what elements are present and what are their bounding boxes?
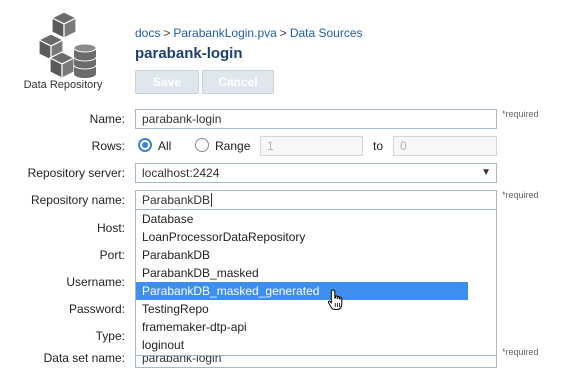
password-label: Password:	[68, 302, 125, 316]
range-to-input[interactable]: 0	[393, 136, 497, 156]
port-label: Port:	[99, 248, 125, 262]
host-label: Host:	[96, 221, 125, 235]
repository-name-value: ParabankDB	[142, 193, 211, 207]
breadcrumb: docs > ParabankLogin.pva > Data Sources	[135, 26, 363, 40]
username-label: Username:	[66, 275, 125, 289]
breadcrumb-parabanklogin[interactable]: ParabankLogin.pva	[173, 26, 276, 40]
rows-all-radio[interactable]	[138, 138, 152, 152]
rows-all-label: All	[158, 139, 172, 153]
breadcrumb-data-sources[interactable]: Data Sources	[290, 26, 363, 40]
dataset-label: Data set name:	[43, 351, 125, 365]
range-from-input[interactable]: 1	[260, 136, 363, 156]
dropdown-option[interactable]: ParabankDB	[136, 246, 468, 264]
name-input[interactable]: parabank-login	[135, 109, 497, 129]
hand-cursor-icon	[327, 289, 345, 314]
dropdown-option[interactable]: framemaker-dtp-api	[136, 318, 468, 336]
dropdown-option[interactable]: loginout	[136, 336, 468, 354]
dropdown-option[interactable]: TestingRepo	[136, 300, 468, 318]
rows-range-label: Range	[215, 139, 251, 153]
name-required-note: *required	[502, 109, 539, 119]
dropdown-option[interactable]: LoanProcessorDataRepository	[136, 228, 468, 246]
cylinder	[73, 43, 97, 78]
logo-label: Data Repository	[23, 79, 103, 91]
repository-name-combobox[interactable]: ParabankDB	[135, 190, 497, 210]
chevron-down-icon: ▼	[481, 167, 491, 178]
database-cubes-icon	[37, 11, 97, 79]
cancel-button[interactable]: Cancel	[202, 70, 274, 94]
rows-range-radio[interactable]	[195, 138, 209, 152]
repository-name-dropdown[interactable]: Database LoanProcessorDataRepository Par…	[135, 209, 497, 356]
page-title: parabank-login	[135, 45, 243, 62]
breadcrumb-docs[interactable]: docs	[135, 26, 160, 40]
server-value: localhost:2424	[142, 166, 220, 180]
repository-name-label: Repository name:	[30, 193, 125, 207]
dropdown-option[interactable]: ParabankDB_masked	[136, 264, 468, 282]
dropdown-option[interactable]: Database	[136, 210, 468, 228]
server-label: Repository server:	[27, 166, 125, 180]
save-button[interactable]: Save	[135, 70, 199, 94]
dataset-required-note: *required	[502, 347, 539, 357]
name-label: Name:	[89, 112, 125, 126]
dropdown-option-highlighted[interactable]: ParabankDB_masked_generated	[136, 282, 468, 300]
repo-name-required-note: *required	[502, 190, 539, 200]
rows-label: Rows:	[91, 139, 125, 153]
text-cursor	[211, 193, 213, 207]
range-to-label: to	[373, 139, 384, 153]
repository-server-select[interactable]: localhost:2424 ▼	[135, 163, 497, 183]
type-label: Type:	[95, 329, 125, 343]
